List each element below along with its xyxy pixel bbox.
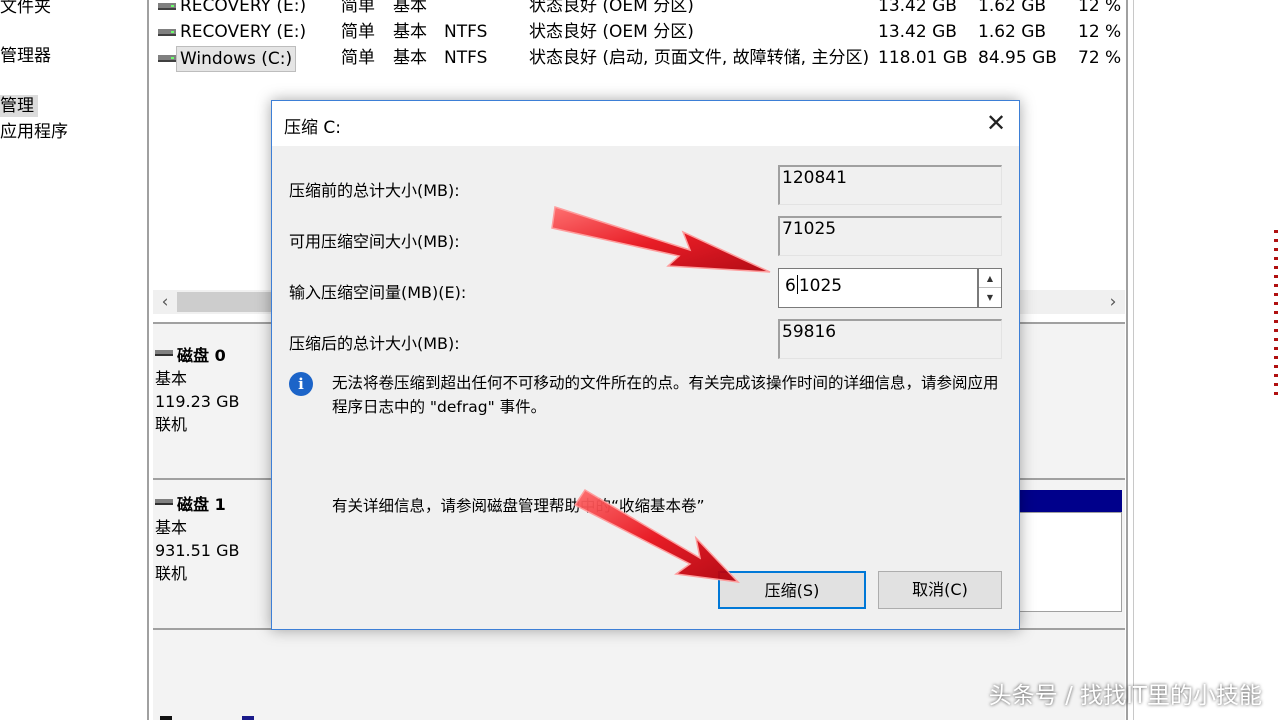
volume-status: 状态良好 (启动, 页面文件, 故障转储, 主分区) [529, 48, 870, 68]
close-icon[interactable]: ✕ [973, 101, 1019, 146]
watermark: 头条号 / 找找IT里的小技能 [988, 683, 1262, 709]
help-message: 有关详细信息，请参阅磁盘管理帮助中的“收缩基本卷” [332, 497, 705, 515]
disk-0-info[interactable]: 磁盘 0 基本 119.23 GB 联机 [155, 344, 273, 436]
volume-free: 1.62 GB [978, 22, 1047, 42]
disk-title: 磁盘 1 [155, 493, 273, 516]
volume-fs: NTFS [444, 22, 488, 42]
nav-item-manager[interactable]: 管理器 [0, 45, 51, 67]
shrink-amount-input[interactable]: 6 1025 [778, 268, 978, 308]
legend-primary-swatch [242, 716, 254, 720]
scroll-right-icon[interactable]: › [1101, 290, 1125, 314]
legend [160, 712, 340, 720]
shrink-dialog: 压缩 C: ✕ 压缩前的总计大小(MB): 120841 可用压缩空间大小(MB… [271, 100, 1020, 630]
pane-divider [147, 0, 149, 720]
nav-item-folder[interactable]: 文件夹 [0, 0, 51, 18]
edge-decoration [1274, 230, 1278, 400]
volume-status: 状态良好 (OEM 分区) [529, 0, 694, 16]
volume-capacity: 118.01 GB [878, 48, 968, 68]
window-edge [1133, 0, 1134, 720]
total-before-label: 压缩前的总计大小(MB): [289, 181, 460, 200]
volume-type: 基本 [393, 48, 427, 68]
total-after-label: 压缩后的总计大小(MB): [289, 334, 460, 353]
volume-capacity: 13.42 GB [878, 0, 957, 16]
volume-name: Windows (C:) [176, 46, 297, 72]
volume-layout: 简单 [341, 22, 375, 42]
scrollbar-thumb[interactable] [177, 292, 277, 312]
total-after-value: 59816 [778, 319, 1002, 359]
stepper-up-icon[interactable]: ▲ [979, 269, 1001, 288]
volume-capacity: 13.42 GB [878, 22, 957, 42]
volume-layout: 简单 [341, 48, 375, 68]
available-value: 71025 [778, 216, 1002, 256]
volume-name: RECOVERY (E:) [180, 22, 307, 42]
volume-type: 基本 [393, 22, 427, 42]
disk-1-info[interactable]: 磁盘 1 基本 931.51 GB 联机 [155, 493, 273, 585]
volume-row[interactable]: RECOVERY (E:) 简单 基本 NTFS 状态良好 (OEM 分区) 1… [153, 20, 1125, 46]
info-icon: i [289, 372, 313, 396]
partition-block[interactable] [1018, 512, 1122, 612]
total-before-value: 120841 [778, 165, 1002, 205]
disk-state: 联机 [155, 564, 188, 583]
nav-item-label: 应用程序 [0, 122, 68, 142]
partition-header-bar [1018, 490, 1122, 512]
pane-right-border [1126, 0, 1128, 720]
legend-unallocated-swatch [160, 716, 172, 720]
disk-icon [155, 498, 173, 505]
volume-type: 基本 [393, 0, 427, 16]
drive-icon [158, 29, 176, 36]
dialog-title: 压缩 C: [284, 118, 342, 138]
disk-state: 联机 [155, 415, 188, 434]
disk-size: 119.23 GB [155, 392, 240, 411]
volume-free: 1.62 GB [978, 0, 1047, 16]
volume-name: RECOVERY (E:) [180, 0, 307, 16]
volume-free-pct: 72 % [1078, 48, 1122, 68]
dialog-titlebar[interactable]: 压缩 C: ✕ [272, 101, 1019, 146]
nav-item-label: 管理器 [0, 46, 51, 66]
nav-item-management[interactable]: 管理 [0, 95, 38, 117]
volume-row[interactable]: RECOVERY (E:) 简单 基本 状态良好 (OEM 分区) 13.42 … [153, 0, 1125, 20]
scroll-left-icon[interactable]: ‹ [153, 290, 177, 314]
nav-item-applications[interactable]: 应用程序 [0, 121, 68, 143]
disk-size: 931.51 GB [155, 541, 240, 560]
nav-item-label: 文件夹 [0, 0, 51, 17]
info-message: 无法将卷压缩到超出任何不可移动的文件所在的点。有关完成该操作时间的详细信息，请参… [332, 374, 999, 416]
available-label: 可用压缩空间大小(MB): [289, 232, 460, 251]
text-caret [796, 275, 798, 294]
shrink-button[interactable]: 压缩(S) [718, 571, 866, 609]
shrink-amount-stepper[interactable]: ▲ ▼ [978, 268, 1002, 308]
drive-icon [158, 3, 176, 10]
disk-type: 基本 [155, 369, 188, 388]
nav-item-label: 管理 [0, 96, 34, 116]
disk-type: 基本 [155, 518, 188, 537]
volume-free-pct: 12 % [1078, 22, 1122, 42]
cancel-button[interactable]: 取消(C) [878, 571, 1002, 609]
shrink-amount-label: 输入压缩空间量(MB)(E): [289, 283, 467, 302]
disk-title: 磁盘 0 [155, 344, 273, 367]
volume-row-selected[interactable]: Windows (C:) 简单 基本 NTFS 状态良好 (启动, 页面文件, … [153, 46, 1125, 72]
disk-icon [155, 349, 173, 356]
volume-fs: NTFS [444, 48, 488, 68]
drive-icon [158, 55, 176, 62]
volume-free-pct: 12 % [1078, 0, 1122, 16]
volume-free: 84.95 GB [978, 48, 1057, 68]
volume-status: 状态良好 (OEM 分区) [529, 22, 694, 42]
stepper-down-icon[interactable]: ▼ [979, 288, 1001, 307]
volume-list: RECOVERY (E:) 简单 基本 状态良好 (OEM 分区) 13.42 … [153, 0, 1125, 75]
volume-layout: 简单 [341, 0, 375, 16]
